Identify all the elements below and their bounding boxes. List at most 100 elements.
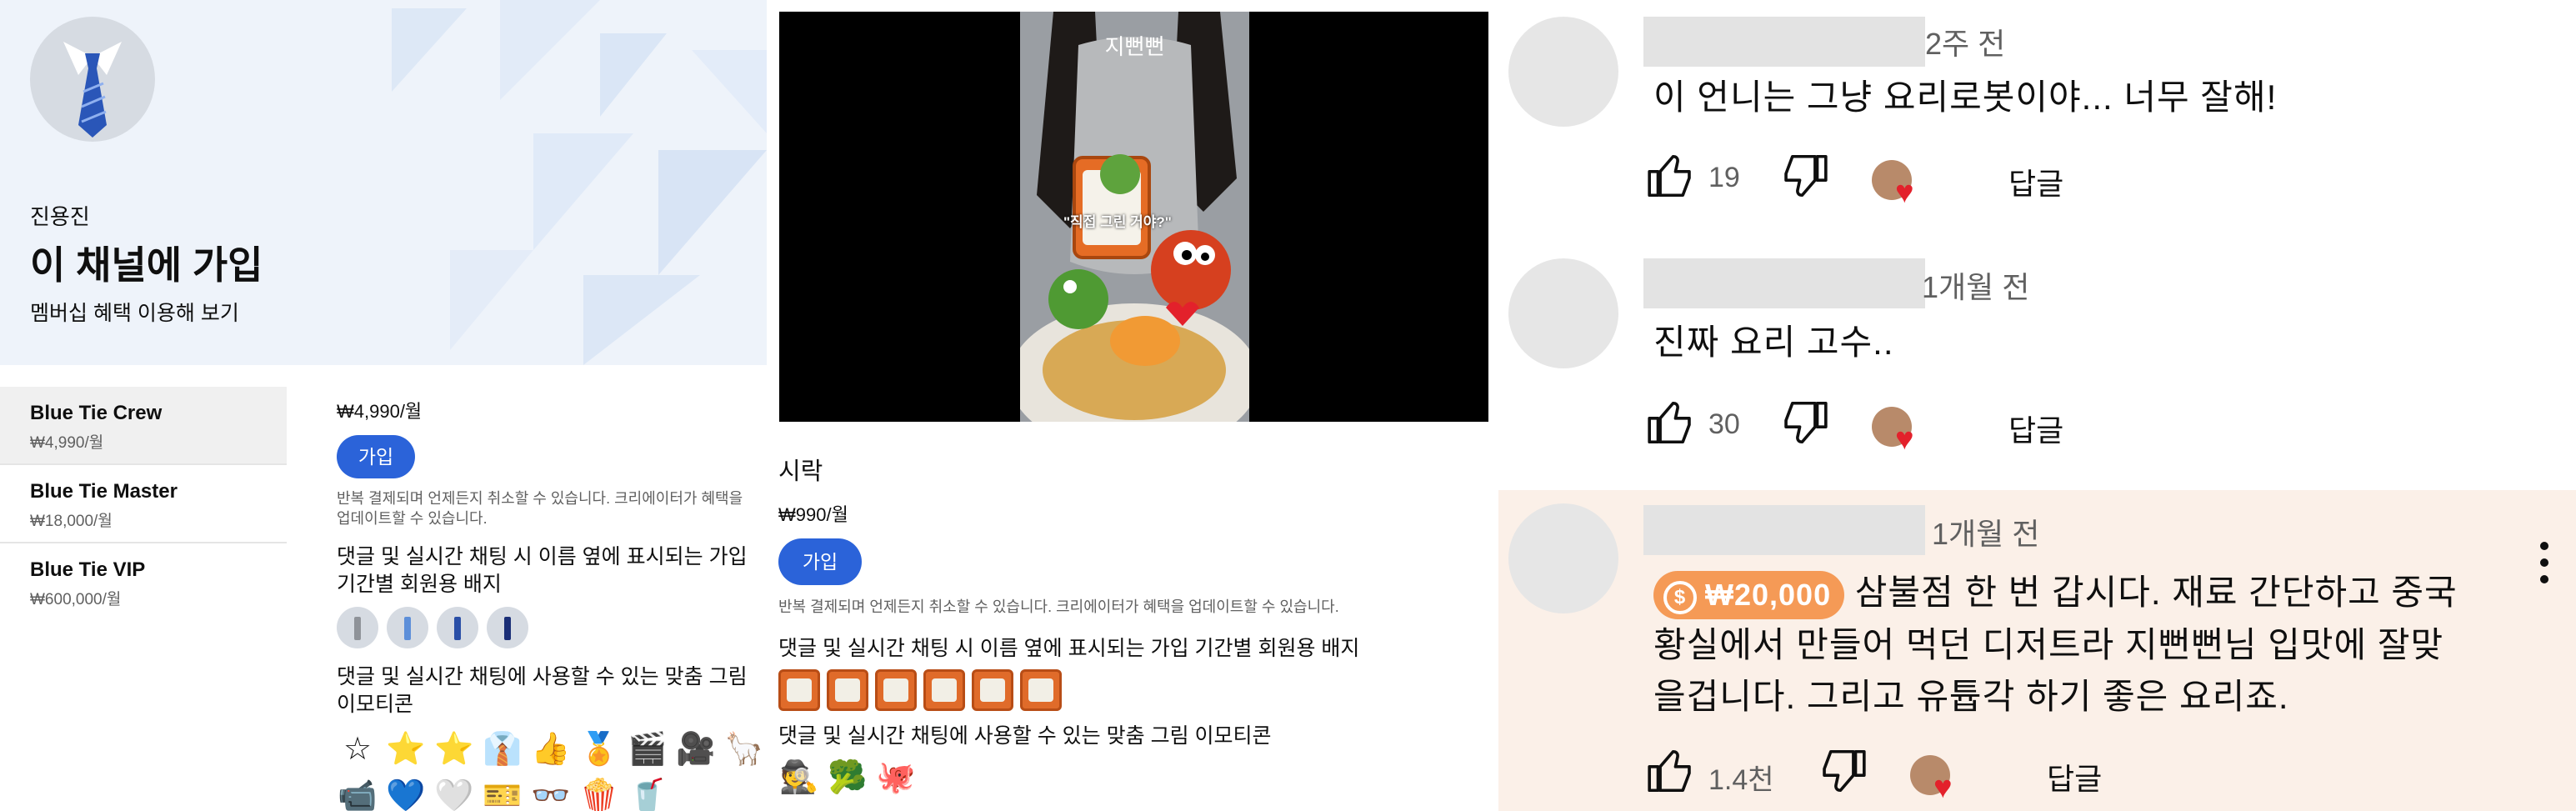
comment: 2주 전 이 언니는 그냥 요리로봇이야... 너무 잘해! 19 답글 (1498, 0, 2576, 243)
commenter-avatar[interactable] (1508, 17, 1618, 127)
clapperboard-emote-icon: 🎬 (628, 732, 668, 767)
comment-actions: 1.4천 답글 (1645, 745, 2395, 803)
star-outline-emote-icon: ☆ (343, 732, 373, 767)
commenter-avatar[interactable] (1508, 258, 1618, 368)
super-thanks-comment: 1개월 전 $ ₩20,000 삼불점 한 번 갑시다. 재료 간단하고 중국 황… (1498, 490, 2576, 811)
creator-heart-icon (1872, 160, 1914, 208)
like-count: 19 (1708, 162, 1740, 193)
more-vert-icon[interactable] (2536, 542, 2553, 592)
channel-avatar (30, 17, 155, 142)
join-button[interactable]: 가입 (778, 538, 862, 585)
thumbs-down-icon[interactable] (1817, 745, 1868, 797)
tier-detail: ₩4,990/월 가입 반복 결제되며 언제든지 취소할 수 있습니다. 크리에… (337, 397, 764, 811)
tier-price: ₩18,000/월 (30, 513, 113, 530)
tier-blue-tie-vip[interactable]: Blue Tie VIP ₩600,000/월 (0, 543, 287, 622)
broccoli-emote-icon: 🥦 (828, 760, 868, 795)
level-detail: ₩990/월 가입 반복 결제되며 언제든지 취소할 수 있습니다. 크리에이터… (778, 500, 1495, 798)
blue-heart-emote-icon: 💙 (386, 778, 426, 811)
video-camera-emote-icon: 📹 (338, 778, 378, 811)
camera-emote-icon: 🎥 (676, 732, 716, 767)
comment-time: 2주 전 (1925, 27, 2006, 61)
video-player[interactable]: 지뻔뻔 "직접 그린 거야?" (779, 12, 1488, 422)
tier-blue-tie-master[interactable]: Blue Tie Master ₩18,000/월 (0, 465, 287, 543)
commenter-name-redacted[interactable] (1643, 258, 1925, 308)
membership-panel: 진용진 이 채널에 가입 멤버십 혜택 이용해 보기 Blue Tie Crew… (0, 0, 767, 811)
lunchbox-badge-icon (778, 669, 820, 711)
thumbs-down-icon[interactable] (1778, 397, 1830, 448)
lunchbox-badge-icon (972, 669, 1013, 711)
join-channel-title: 이 채널에 가입 (30, 243, 263, 287)
creator-heart-icon (1910, 755, 1953, 803)
lunchbox-badge-icon (827, 669, 868, 711)
thumbs-up-emote-icon: 👍 (531, 732, 571, 767)
emote-grid: ☆ ⭐ ⭐ 👔 👍 🏅 🎬 🎥 🦙 📹 💙 🤍 🎫 👓 🍿 🥤 (337, 728, 763, 811)
tier-name: Blue Tie Master (30, 480, 178, 503)
comment: 1개월 전 진짜 요리 고수.. 30 답글 (1498, 243, 2576, 490)
reply-button[interactable]: 답글 (2008, 407, 2063, 450)
comment-text: $ ₩20,000 삼불점 한 번 갑시다. 재료 간단하고 중국 황실에서 만들… (1653, 567, 2458, 723)
super-thanks-badge: $ ₩20,000 (1653, 570, 1845, 619)
white-heart-emote-icon: 🤍 (434, 778, 474, 811)
dollar-coin-icon: $ (1663, 580, 1697, 614)
lunchbox-badge-icon (875, 669, 917, 711)
octopus-emote-icon: 🐙 (876, 760, 916, 795)
level-name: 시락 (778, 458, 823, 485)
commenter-name-redacted[interactable] (1643, 505, 1925, 555)
billing-note: 반복 결제되며 언제든지 취소할 수 있습니다. 크리에이터가 혜택을 업데이트… (337, 490, 743, 527)
channel-owner-name: 진용진 (30, 204, 90, 229)
tie-badge-icon (437, 607, 478, 648)
llama-emote-icon: 🦙 (724, 732, 764, 767)
thumbs-down-icon[interactable] (1778, 150, 1830, 202)
star-emote-icon: ⭐ (386, 732, 426, 767)
like-count: 30 (1708, 408, 1740, 440)
tie-badge-icon (487, 607, 528, 648)
3d-glasses-emote-icon: 👓 (531, 778, 571, 811)
popcorn-emote-icon: 🍿 (579, 778, 619, 811)
super-thanks-amount: ₩20,000 (1705, 577, 1832, 612)
comment-text-line-2: 황실에서 만들어 먹던 디저트라 지뻔뻔님 입맛에 잘맞 (1653, 624, 2444, 664)
thumbs-up-icon[interactable] (1645, 150, 1697, 202)
thumbs-up-icon[interactable] (1645, 397, 1697, 448)
join-channel-subtitle: 멤버십 혜택 이용해 보기 (30, 302, 239, 325)
perk-emotes-text: 댓글 및 실시간 채팅에 사용할 수 있는 맞춤 그림 이모티콘 (337, 665, 748, 716)
video-speech-text: "직접 그린 거야?" (1063, 214, 1172, 230)
perk-badges-text: 댓글 및 실시간 채팅 시 이름 옆에 표시되는 가입 기간별 회원용 배지 (337, 545, 748, 596)
loyalty-badges (337, 607, 753, 648)
comment-text-line-3: 을겁니다. 그리고 유튭각 하기 좋은 요리죠. (1653, 676, 2289, 716)
commenter-name-redacted[interactable] (1643, 17, 1925, 67)
video-caption: 지뻔뻔 (1104, 34, 1165, 59)
creator-heart-icon (1872, 407, 1914, 455)
comment-time: 1개월 전 (1932, 517, 2040, 551)
ticket-emote-icon: 🎫 (483, 778, 523, 811)
thumbs-up-icon[interactable] (1645, 745, 1697, 797)
join-button[interactable]: 가입 (337, 435, 415, 478)
loyalty-badges (778, 669, 1495, 711)
comment-text: 진짜 요리 고수.. (1653, 323, 1894, 362)
comment-text: 이 언니는 그냥 요리로봇이야... 너무 잘해! (1653, 78, 2278, 117)
perk-emotes-text: 댓글 및 실시간 채팅에 사용할 수 있는 맞춤 그림 이모티콘 (778, 724, 1272, 748)
video-membership-panel: 지뻔뻔 "직접 그린 거야?" 시락 ₩990/월 가입 반복 결제되며 언제든… (767, 0, 1498, 811)
comment-time: 1개월 전 (1922, 270, 2030, 304)
tier-list: Blue Tie Crew ₩4,990/월 Blue Tie Master ₩… (0, 387, 287, 622)
reply-button[interactable]: 답글 (2008, 160, 2063, 203)
tie-badge-icon (387, 607, 428, 648)
level-price: ₩990/월 (778, 504, 848, 525)
soda-emote-icon: 🥤 (628, 778, 668, 811)
membership-hero: 진용진 이 채널에 가입 멤버십 혜택 이용해 보기 (0, 0, 767, 365)
detective-emote-icon: 🕵 (779, 760, 819, 795)
tier-detail-price: ₩4,990/월 (337, 401, 423, 422)
comment-text-line-1: 삼불점 한 번 갑시다. 재료 간단하고 중국 (1854, 573, 2458, 612)
emote-row: 🕵 🥦 🐙 (778, 757, 1495, 798)
billing-note: 반복 결제되며 언제든지 취소할 수 있습니다. 크리에이터가 혜택을 업데이트… (778, 598, 1339, 615)
comments-panel: 2주 전 이 언니는 그냥 요리로봇이야... 너무 잘해! 19 답글 1개월… (1498, 0, 2576, 811)
like-count: 1.4천 (1708, 764, 1774, 796)
reply-button[interactable]: 답글 (2047, 755, 2102, 798)
tier-blue-tie-crew[interactable]: Blue Tie Crew ₩4,990/월 (0, 387, 287, 465)
medal-emote-icon: 🏅 (579, 732, 619, 767)
commenter-avatar[interactable] (1508, 503, 1618, 613)
tie-emote-icon: 👔 (483, 732, 523, 767)
lunchbox-badge-icon (1020, 669, 1062, 711)
video-frame: 지뻔뻔 "직접 그린 거야?" (1020, 12, 1249, 422)
comment-line: $ ₩20,000 삼불점 한 번 갑시다. 재료 간단하고 중국 (1653, 567, 2458, 619)
perk-badges-text: 댓글 및 실시간 채팅 시 이름 옆에 표시되는 가입 기간별 회원용 배지 (778, 637, 1360, 660)
